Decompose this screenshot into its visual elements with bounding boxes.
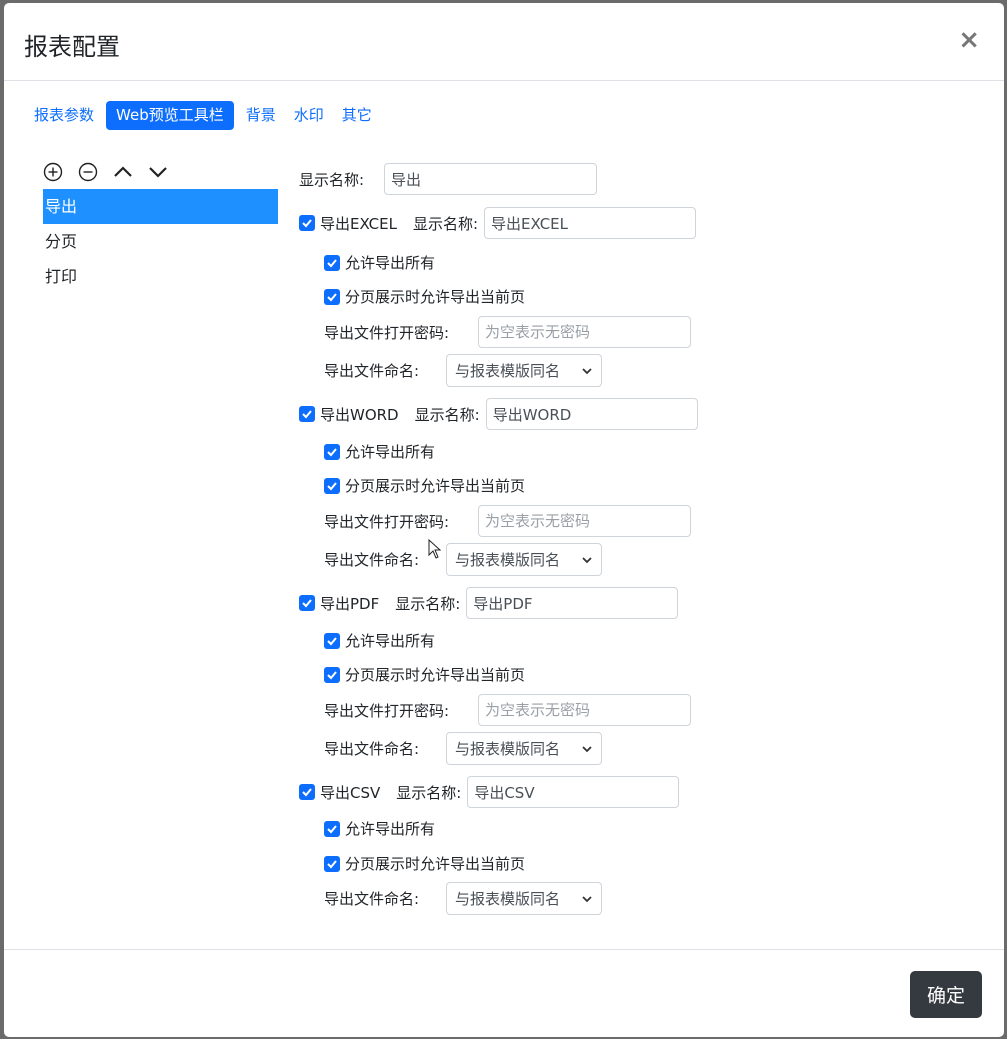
export-word-label: 导出WORD: [320, 405, 399, 424]
pdf-allow-page-row: 分页展示时允许导出当前页: [324, 664, 525, 685]
word-naming-select[interactable]: 与报表模版同名: [446, 543, 602, 576]
export-excel-checkbox[interactable]: [299, 215, 315, 231]
csv-name-label: 显示名称:: [396, 783, 462, 802]
csv-allow-all-label: 允许导出所有: [345, 820, 436, 838]
export-excel-row: 导出EXCEL 显示名称:: [299, 207, 697, 239]
pdf-allow-all-label: 允许导出所有: [345, 632, 436, 650]
word-allow-all-label: 允许导出所有: [345, 443, 436, 461]
tab-background[interactable]: 背景: [240, 101, 282, 130]
export-csv-label: 导出CSV: [320, 783, 381, 802]
pdf-allow-all-checkbox[interactable]: [324, 632, 340, 649]
plus-circle-icon[interactable]: [42, 161, 63, 182]
excel-naming-value: 与报表模版同名: [455, 362, 561, 380]
list-item-paging[interactable]: 分页: [43, 224, 278, 259]
export-pdf-checkbox[interactable]: [299, 595, 315, 611]
excel-allow-all-label: 允许导出所有: [345, 254, 436, 272]
csv-naming-row: 导出文件命名: 与报表模版同名: [324, 882, 602, 915]
list-toolbar: [42, 161, 168, 182]
word-name-input[interactable]: [485, 398, 698, 430]
tab-web-toolbar[interactable]: Web预览工具栏: [106, 101, 234, 130]
word-allow-page-checkbox[interactable]: [324, 477, 340, 494]
word-password-label: 导出文件打开密码:: [324, 512, 450, 531]
pdf-naming-label: 导出文件命名:: [324, 740, 420, 758]
word-naming-row: 导出文件命名: 与报表模版同名: [324, 543, 602, 576]
excel-password-row: 导出文件打开密码:: [324, 316, 691, 348]
chevron-down-icon: [582, 895, 592, 902]
excel-allow-all-checkbox[interactable]: [324, 254, 340, 271]
excel-naming-label: 导出文件命名:: [324, 362, 420, 380]
chevron-up-icon[interactable]: [112, 161, 133, 182]
export-csv-row: 导出CSV 显示名称:: [299, 776, 680, 808]
export-pdf-label: 导出PDF: [320, 594, 380, 613]
mouse-cursor-icon: [428, 539, 442, 559]
pdf-naming-select[interactable]: 与报表模版同名: [446, 732, 602, 765]
dialog-footer: 确定: [4, 949, 1004, 1037]
tab-watermark[interactable]: 水印: [288, 101, 330, 130]
confirm-button[interactable]: 确定: [910, 971, 982, 1018]
pdf-name-label: 显示名称:: [395, 594, 461, 613]
pdf-password-label: 导出文件打开密码:: [324, 701, 450, 720]
csv-naming-value: 与报表模版同名: [455, 890, 561, 908]
pdf-naming-row: 导出文件命名: 与报表模版同名: [324, 732, 602, 765]
tab-report-params[interactable]: 报表参数: [28, 101, 100, 130]
display-name-input[interactable]: [384, 163, 597, 195]
csv-allow-page-row: 分页展示时允许导出当前页: [324, 853, 525, 874]
report-config-dialog: 报表配置 × 报表参数 Web预览工具栏 背景 水印 其它 导出 分页 打印 显…: [4, 3, 1004, 1037]
excel-naming-select[interactable]: 与报表模版同名: [446, 354, 602, 387]
excel-allow-page-label: 分页展示时允许导出当前页: [345, 288, 526, 306]
dialog-title: 报表配置: [24, 33, 120, 61]
word-password-row: 导出文件打开密码:: [324, 505, 691, 537]
word-allow-page-label: 分页展示时允许导出当前页: [345, 477, 526, 495]
pdf-allow-all-row: 允许导出所有: [324, 630, 435, 651]
excel-password-label: 导出文件打开密码:: [324, 323, 450, 342]
word-allow-all-checkbox[interactable]: [324, 443, 340, 460]
excel-allow-page-checkbox[interactable]: [324, 288, 340, 305]
excel-allow-all-row: 允许导出所有: [324, 252, 435, 273]
dialog-header: 报表配置 ×: [4, 3, 1004, 81]
tab-other[interactable]: 其它: [336, 101, 378, 130]
list-item-print[interactable]: 打印: [43, 259, 278, 294]
export-word-row: 导出WORD 显示名称:: [299, 398, 698, 430]
word-allow-page-row: 分页展示时允许导出当前页: [324, 475, 525, 496]
chevron-down-icon: [582, 745, 592, 752]
toolbar-item-list: 导出 分页 打印: [43, 189, 278, 294]
csv-allow-all-checkbox[interactable]: [324, 820, 340, 837]
pdf-allow-page-checkbox[interactable]: [324, 666, 340, 683]
excel-password-input[interactable]: [478, 316, 691, 348]
csv-name-input[interactable]: [467, 776, 680, 808]
pdf-naming-value: 与报表模版同名: [455, 740, 561, 758]
word-password-input[interactable]: [478, 505, 691, 537]
pdf-password-input[interactable]: [478, 694, 691, 726]
display-name-row: 显示名称:: [299, 163, 597, 195]
export-word-checkbox[interactable]: [299, 406, 315, 422]
export-pdf-row: 导出PDF 显示名称:: [299, 587, 679, 619]
chevron-down-icon: [582, 556, 592, 563]
excel-name-input[interactable]: [484, 207, 697, 239]
minus-circle-icon[interactable]: [77, 161, 98, 182]
excel-name-label: 显示名称:: [412, 214, 479, 233]
word-naming-value: 与报表模版同名: [455, 551, 561, 569]
pdf-name-input[interactable]: [466, 587, 679, 619]
excel-allow-page-row: 分页展示时允许导出当前页: [324, 286, 525, 307]
tab-bar: 报表参数 Web预览工具栏 背景 水印 其它: [28, 101, 384, 130]
word-allow-all-row: 允许导出所有: [324, 441, 435, 462]
csv-naming-label: 导出文件命名:: [324, 890, 420, 908]
excel-naming-row: 导出文件命名: 与报表模版同名: [324, 354, 602, 387]
pdf-password-row: 导出文件打开密码:: [324, 694, 691, 726]
csv-allow-page-label: 分页展示时允许导出当前页: [345, 855, 526, 873]
export-excel-label: 导出EXCEL: [320, 214, 397, 233]
list-item-export[interactable]: 导出: [43, 189, 278, 224]
csv-allow-all-row: 允许导出所有: [324, 818, 435, 839]
chevron-down-icon[interactable]: [147, 161, 168, 182]
pdf-allow-page-label: 分页展示时允许导出当前页: [345, 666, 526, 684]
export-csv-checkbox[interactable]: [299, 784, 315, 800]
display-name-label: 显示名称:: [299, 170, 365, 189]
close-button[interactable]: ×: [958, 25, 980, 55]
chevron-down-icon: [582, 367, 592, 374]
csv-allow-page-checkbox[interactable]: [324, 855, 340, 872]
word-name-label: 显示名称:: [414, 405, 480, 424]
csv-naming-select[interactable]: 与报表模版同名: [446, 882, 602, 915]
